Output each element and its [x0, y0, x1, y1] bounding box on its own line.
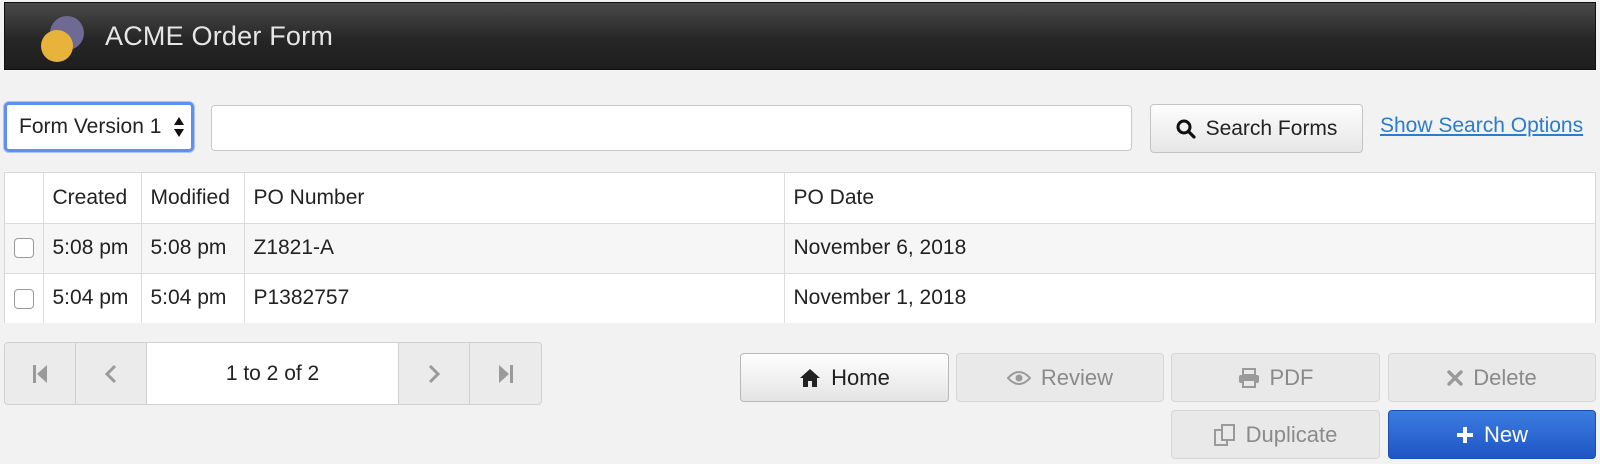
new-label: New	[1483, 421, 1528, 447]
home-label: Home	[831, 364, 890, 390]
last-page-button[interactable]	[470, 343, 541, 404]
forms-table: Created Modified PO Number PO Date 5:08 …	[4, 172, 1596, 323]
first-page-button[interactable]	[5, 343, 76, 404]
new-button[interactable]: New	[1388, 410, 1596, 459]
search-toolbar: Form Version 1 Search Forms Show Search …	[0, 102, 1600, 153]
search-forms-button[interactable]: Search Forms	[1150, 104, 1363, 153]
first-page-icon	[32, 364, 47, 383]
pagination: 1 to 2 of 2	[4, 342, 542, 405]
po-number-cell: Z1821-A	[244, 223, 785, 274]
review-button[interactable]: Review	[956, 353, 1164, 402]
form-version-value: Form Version 1	[19, 115, 162, 138]
modified-cell: 5:08 pm	[141, 223, 245, 274]
home-button[interactable]: Home	[740, 353, 949, 402]
pdf-button[interactable]: PDF	[1171, 353, 1380, 402]
row-select-cell	[5, 223, 44, 274]
delete-button[interactable]: Delete	[1388, 353, 1596, 402]
duplicate-label: Duplicate	[1245, 421, 1338, 447]
row-checkbox[interactable]	[14, 238, 34, 259]
po-number-cell: P1382757	[244, 273, 785, 323]
close-icon	[1447, 369, 1463, 386]
table-row[interactable]: 5:04 pm 5:04 pm P1382757 November 1, 201…	[5, 273, 1595, 323]
column-header-po-date[interactable]: PO Date	[784, 173, 1595, 224]
po-date-cell: November 6, 2018	[784, 223, 1595, 274]
page-info: 1 to 2 of 2	[146, 343, 400, 404]
table-header-row: Created Modified PO Number PO Date	[5, 173, 1595, 224]
last-page-icon	[498, 364, 513, 383]
created-cell: 5:04 pm	[43, 273, 142, 323]
pdf-label: PDF	[1269, 364, 1314, 390]
created-cell: 5:08 pm	[43, 223, 142, 274]
column-header-select	[5, 173, 44, 224]
chevron-right-icon	[429, 364, 441, 383]
home-icon	[800, 368, 821, 387]
eye-icon	[1006, 370, 1031, 385]
search-forms-label: Search Forms	[1205, 116, 1338, 140]
modified-cell: 5:04 pm	[141, 273, 245, 323]
show-search-options-link[interactable]: Show Search Options	[1380, 114, 1583, 138]
column-header-created[interactable]: Created	[43, 173, 142, 224]
select-arrows-icon	[174, 117, 184, 137]
app-title: ACME Order Form	[105, 21, 334, 51]
review-label: Review	[1040, 364, 1114, 390]
plus-icon	[1456, 426, 1473, 443]
form-version-select[interactable]: Form Version 1	[4, 102, 194, 152]
search-icon	[1176, 119, 1196, 139]
previous-page-button[interactable]	[76, 343, 147, 404]
chevron-left-icon	[104, 364, 116, 383]
next-page-button[interactable]	[399, 343, 471, 404]
app-header: ACME Order Form	[4, 2, 1596, 70]
row-select-cell	[5, 273, 44, 323]
search-input[interactable]	[211, 105, 1132, 151]
acme-logo	[41, 16, 84, 62]
row-checkbox[interactable]	[14, 288, 34, 309]
duplicate-button[interactable]: Duplicate	[1171, 410, 1380, 459]
printer-icon	[1238, 367, 1259, 388]
po-date-cell: November 1, 2018	[793, 286, 967, 310]
duplicate-icon	[1213, 423, 1235, 446]
column-header-po-number[interactable]: PO Number	[244, 173, 785, 224]
table-row[interactable]: 5:08 pm 5:08 pm Z1821-A November 6, 2018	[5, 223, 1595, 274]
delete-label: Delete	[1473, 364, 1537, 390]
column-header-modified[interactable]: Modified	[141, 173, 245, 224]
